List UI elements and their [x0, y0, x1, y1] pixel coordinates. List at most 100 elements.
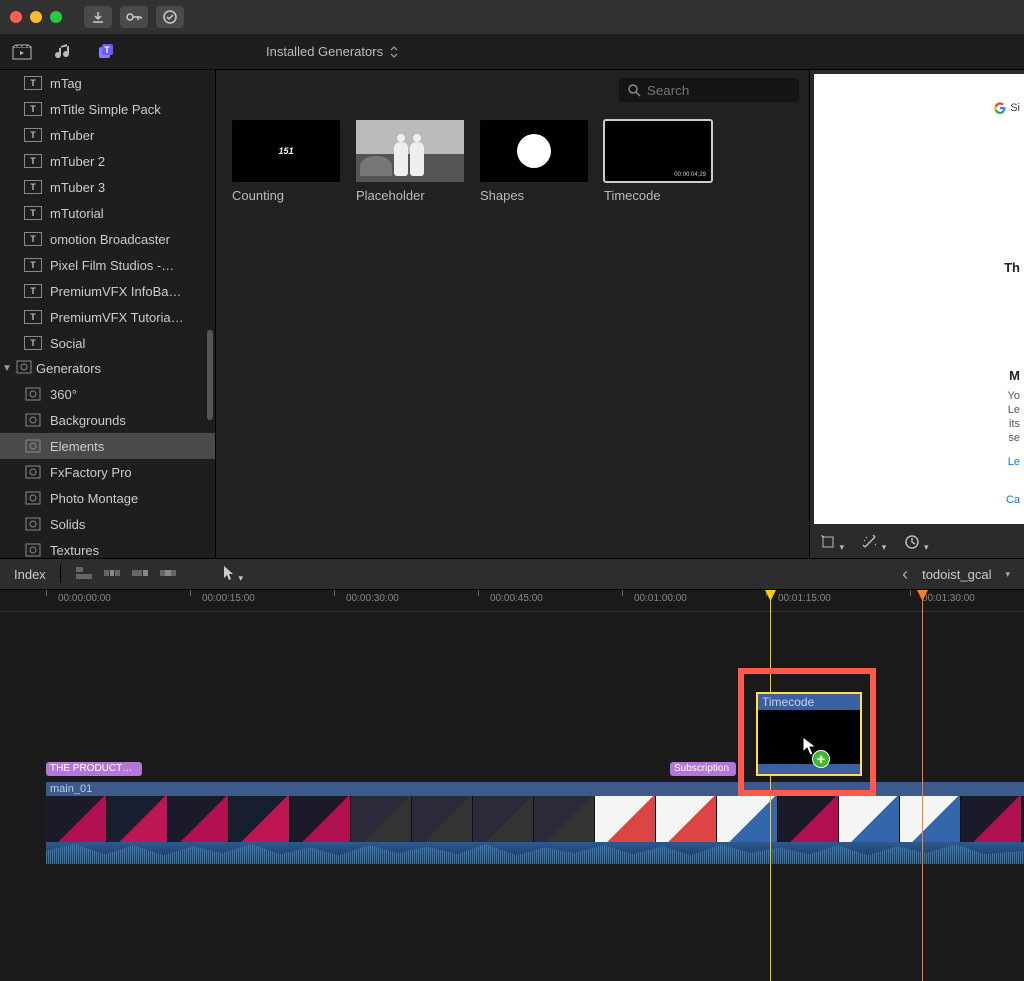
title-category-icon: T — [24, 206, 42, 220]
range-marker[interactable] — [922, 590, 923, 981]
insert-clip-icon[interactable] — [103, 566, 123, 582]
sidebar-item[interactable]: TmTuber 3 — [0, 174, 215, 200]
generators-category-header[interactable]: ▼ Generators — [0, 356, 215, 381]
viewer-panel: Si Th M Yo Le its se Le Ca ▾ ▾ ▾ — [810, 70, 1024, 558]
ruler-tick: 00:00:45:00 — [490, 593, 543, 604]
generator-thumb[interactable]: Shapes — [480, 120, 588, 203]
generator-category-icon — [24, 517, 42, 531]
search-input[interactable] — [619, 78, 799, 102]
sidebar-item[interactable]: TmTutorial — [0, 200, 215, 226]
primary-storyline[interactable]: main_01 — [46, 782, 1024, 864]
title-category-icon: T — [24, 284, 42, 298]
timeline[interactable]: 00:00:00:0000:00:15:0000:00:30:0000:00:4… — [0, 590, 1024, 981]
sidebar-item[interactable]: 360° — [0, 381, 215, 407]
chapter-marker[interactable]: THE PRODUCT… — [46, 762, 142, 776]
generator-thumb[interactable]: 00:00:04;29Timecode — [604, 120, 712, 203]
sidebar-item[interactable]: Solids — [0, 511, 215, 537]
filmstrip-frame — [839, 796, 900, 842]
sidebar-item[interactable]: TPremiumVFX InfoBa… — [0, 278, 215, 304]
window-titlebar — [0, 0, 1024, 34]
ruler-tick: 00:01:00:00 — [634, 593, 687, 604]
filmstrip-frame — [595, 796, 656, 842]
enhance-tool-icon[interactable]: ▾ — [862, 534, 886, 553]
generator-category-icon — [24, 413, 42, 427]
generator-category-icon — [24, 465, 42, 479]
project-name-label[interactable]: todoist_gcal — [922, 567, 991, 582]
filmstrip-frame — [900, 796, 961, 842]
sidebar-item[interactable]: Elements — [0, 433, 215, 459]
filmstrip-frame — [717, 796, 778, 842]
close-window-button[interactable] — [10, 11, 22, 23]
filmstrip-frame — [473, 796, 534, 842]
generators-label: Generators — [36, 361, 101, 376]
sidebar-item[interactable]: TPremiumVFX Tutoria… — [0, 304, 215, 330]
add-badge-icon: + — [812, 750, 830, 768]
append-clip-icon[interactable] — [131, 566, 151, 582]
ruler-tick: 00:01:15:00 — [778, 593, 831, 604]
sidebar-item[interactable]: TmTitle Simple Pack — [0, 96, 215, 122]
clip-title-bar: main_01 — [46, 782, 1024, 796]
title-category-icon: T — [24, 76, 42, 90]
timeline-ruler[interactable]: 00:00:00:0000:00:15:0000:00:30:0000:00:4… — [0, 590, 1024, 612]
media-browser-icon[interactable] — [10, 40, 34, 64]
sidebar-item[interactable]: Tomotion Broadcaster — [0, 226, 215, 252]
title-category-icon: T — [24, 128, 42, 142]
title-category-icon: T — [24, 258, 42, 272]
keyword-button[interactable] — [120, 6, 148, 28]
sidebar-item[interactable]: FxFactory Pro — [0, 459, 215, 485]
sidebar-item[interactable]: TPixel Film Studios -… — [0, 252, 215, 278]
search-icon — [627, 83, 641, 97]
disclosure-triangle-icon: ▼ — [2, 363, 12, 374]
audio-browser-icon[interactable] — [52, 40, 76, 64]
timeline-history-back-button[interactable]: ‹ — [902, 564, 908, 585]
filmstrip-frame — [534, 796, 595, 842]
timeline-index-button[interactable]: Index — [14, 567, 46, 582]
title-category-icon: T — [24, 310, 42, 324]
generator-thumb[interactable]: 151Counting — [232, 120, 340, 203]
dropdown-icon — [389, 46, 399, 58]
filmstrip-frame — [107, 796, 168, 842]
dragged-generator-clip[interactable]: Timecode + — [756, 692, 862, 776]
titles-generators-browser-icon[interactable]: T — [94, 40, 118, 64]
sidebar-item[interactable]: TSocial — [0, 330, 215, 356]
sidebar-item[interactable]: TmTuber 2 — [0, 148, 215, 174]
generator-category-icon — [24, 491, 42, 505]
transform-tool-icon[interactable]: ▾ — [820, 534, 844, 553]
ruler-tick: 00:00:15:00 — [202, 593, 255, 604]
google-logo-icon — [994, 102, 1006, 114]
generator-browser: 151CountingPlaceholderShapes00:00:04;29T… — [216, 70, 810, 558]
title-category-icon: T — [24, 336, 42, 350]
library-title[interactable]: Installed Generators — [266, 44, 399, 59]
sidebar-item[interactable]: TmTuber — [0, 122, 215, 148]
clip-filmstrip — [46, 796, 1024, 842]
viewer-toolbar: ▾ ▾ ▾ — [810, 528, 1024, 558]
generator-thumb[interactable]: Placeholder — [356, 120, 464, 203]
minimize-window-button[interactable] — [30, 11, 42, 23]
library-sidebar: TmTagTmTitle Simple PackTmTuberTmTuber 2… — [0, 70, 216, 558]
filmstrip-frame — [351, 796, 412, 842]
zoom-window-button[interactable] — [50, 11, 62, 23]
ruler-tick: 00:00:30:00 — [346, 593, 399, 604]
retime-tool-icon[interactable]: ▾ — [904, 534, 928, 553]
background-tasks-button[interactable] — [156, 6, 184, 28]
sidebar-item[interactable]: Photo Montage — [0, 485, 215, 511]
filmstrip-frame — [778, 796, 839, 842]
timeline-toolbar: Index ▾ ▾ ‹ todoist_gcal ▾ — [0, 558, 1024, 590]
import-button[interactable] — [84, 6, 112, 28]
filmstrip-frame — [229, 796, 290, 842]
filmstrip-frame — [412, 796, 473, 842]
sidebar-item[interactable]: Backgrounds — [0, 407, 215, 433]
chapter-marker[interactable]: Subscription — [670, 762, 736, 776]
connect-clip-icon[interactable] — [75, 566, 95, 582]
sidebar-scrollbar[interactable] — [207, 330, 213, 420]
select-tool-icon[interactable]: ▾ — [223, 565, 243, 584]
traffic-lights — [10, 11, 62, 23]
generator-category-icon — [16, 360, 32, 377]
sidebar-item[interactable]: TmTag — [0, 70, 215, 96]
generator-category-icon — [24, 387, 42, 401]
filmstrip-frame — [168, 796, 229, 842]
sidebar-item[interactable]: Textures — [0, 537, 215, 558]
main-area: TmTagTmTitle Simple PackTmTuberTmTuber 2… — [0, 70, 1024, 558]
filmstrip-frame — [290, 796, 351, 842]
overwrite-clip-icon[interactable]: ▾ — [159, 566, 179, 582]
